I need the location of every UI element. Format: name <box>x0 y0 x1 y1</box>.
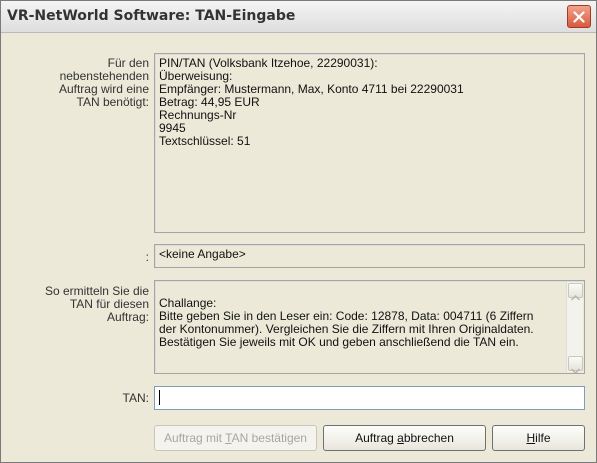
help-button[interactable]: Hilfe <box>492 425 585 451</box>
challenge-box: Challange: Bitte geben Sie in den Leser … <box>154 280 585 374</box>
tan-label: TAN: <box>122 391 149 405</box>
tan-dialog-window: VR-NetWorld Software: TAN-Eingabe Für de… <box>0 0 597 463</box>
confirm-tan-button[interactable]: Auftrag mit TAN bestätigen <box>154 425 317 451</box>
order-label: Für den nebenstehenden Auftrag wird eine… <box>58 56 149 109</box>
cancel-label-pre: Auftrag <box>355 431 398 445</box>
scroll-up-arrow-icon <box>570 281 581 304</box>
scroll-up-button[interactable] <box>568 283 583 301</box>
tan-input[interactable] <box>154 386 585 410</box>
extra-info-label: : <box>145 250 149 264</box>
window-title: VR-NetWorld Software: TAN-Eingabe <box>7 8 296 24</box>
scroll-down-button[interactable] <box>568 356 583 373</box>
confirm-label-pre: Auftrag mit <box>164 431 226 445</box>
cancel-label-post: bbrechen <box>403 431 454 445</box>
cancel-accesskey: a <box>397 431 404 445</box>
text-caret <box>159 390 160 405</box>
title-bar[interactable]: VR-NetWorld Software: TAN-Eingabe <box>1 1 596 33</box>
help-accesskey: H <box>526 431 536 445</box>
close-icon <box>573 10 585 23</box>
confirm-label-post: AN bestätigen <box>231 431 307 445</box>
scroll-down-arrow-icon <box>570 351 581 373</box>
help-label-post: ilfe <box>535 431 551 445</box>
challenge-text: Challange: Bitte geben Sie in den Leser … <box>159 296 534 349</box>
order-details-box: PIN/TAN (Volksbank Itzehoe, 22290031): Ü… <box>154 53 585 233</box>
extra-info-box: <keine Angabe> <box>154 244 585 268</box>
challenge-scrollbar[interactable] <box>566 282 583 373</box>
close-button[interactable] <box>567 5 591 28</box>
method-label: So ermitteln Sie die TAN für diesen Auft… <box>44 284 149 324</box>
cancel-order-button[interactable]: Auftrag abbrechen <box>323 425 486 451</box>
